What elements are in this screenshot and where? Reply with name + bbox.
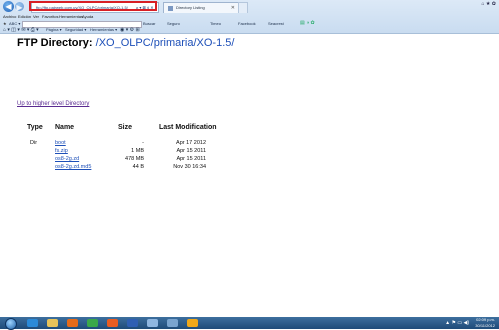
column-header-size: Size — [118, 124, 133, 131]
clock-date: 30/11/2012 — [475, 323, 495, 328]
menu-herramientas[interactable]: Herramientas — [59, 13, 83, 20]
ie-icon[interactable] — [27, 319, 38, 327]
page-icon — [168, 6, 173, 11]
up-directory-link[interactable]: Up to higher level Directory — [17, 101, 89, 107]
fav-seacrest[interactable]: Seacrest — [268, 20, 284, 27]
page-title: FTP Directory: /XO_OLPC/primaria/XO-1.5/ — [17, 37, 234, 49]
file-link[interactable]: os8-2g.zd — [55, 156, 79, 162]
menu-bar: Archivo Edición Ver Favoritos Herramient… — [0, 13, 499, 20]
address-highlight-box — [29, 1, 157, 11]
folder-icon[interactable] — [167, 319, 178, 327]
taskbar: ▲ ⚑ ▭ ◀) 02:09 p.m. 30/11/2012 — [0, 317, 499, 330]
forward-button[interactable]: ▶ — [15, 2, 24, 12]
menu-archivo[interactable]: Archivo — [3, 13, 16, 20]
fav-timeo[interactable]: Timeo — [210, 20, 221, 27]
page-title-path: /XO_OLPC/primaria/XO-1.5/ — [95, 37, 235, 49]
browser-chrome: ◀ ▶ ftp://ftp.pairweb.com.uy/XO_OLPC/pri… — [0, 0, 499, 33]
firefox-icon[interactable] — [107, 319, 118, 327]
page-content — [0, 34, 499, 317]
fav-facebook[interactable]: Facebook — [238, 20, 256, 27]
row-modified: Nov 30 16:34 — [173, 164, 206, 170]
menu-ver[interactable]: Ver — [33, 13, 39, 20]
menu-favoritos[interactable]: Favoritos — [42, 13, 58, 20]
search-button[interactable]: Buscar — [143, 20, 155, 27]
title-bar: ◀ ▶ ftp://ftp.pairweb.com.uy/XO_OLPC/pri… — [0, 0, 499, 13]
column-header-last-modification: Last Modification — [159, 124, 217, 131]
tab-title: Directory Listing — [176, 5, 205, 10]
paint-icon[interactable] — [147, 319, 158, 327]
column-header-name: Name — [55, 124, 75, 131]
page-title-prefix: FTP Directory: — [17, 37, 93, 49]
favorites-bar: ★ ABC ▾ Buscar Seguro Timeo Facebook Sea… — [0, 20, 499, 28]
toolbar-extra-icons[interactable]: ▤ ◑ ✿ — [300, 20, 315, 27]
file-link[interactable]: fs.zip — [55, 148, 68, 154]
word-icon[interactable] — [127, 319, 138, 327]
file-link[interactable]: boot — [55, 140, 66, 146]
row-size: 44 B — [132, 164, 144, 170]
menu-ayuda[interactable]: Ayuda — [82, 13, 93, 20]
clock[interactable]: 02:09 p.m. 30/11/2012 — [475, 317, 495, 329]
favorites-star-icon[interactable]: ★ — [3, 20, 7, 27]
fav-seguro[interactable]: Seguro — [167, 20, 180, 27]
back-button[interactable]: ◀ — [3, 1, 14, 12]
media-player-icon[interactable] — [67, 319, 78, 327]
start-button[interactable] — [5, 318, 17, 330]
tab-directory-listing[interactable]: Directory Listing ✕ — [163, 2, 239, 13]
search-provider[interactable]: ABC ▾ — [9, 20, 20, 27]
column-header-type: Type — [27, 124, 43, 131]
menu-edicion[interactable]: Edición — [18, 13, 31, 20]
row-modified: Apr 15 2011 — [176, 148, 206, 154]
tab-close-icon[interactable]: ✕ — [231, 3, 235, 13]
row-type: Dir — [30, 140, 38, 146]
file-link[interactable]: os8-2g.zd.md5 — [55, 164, 91, 170]
row-size: 478 MB — [125, 156, 144, 162]
system-tray-icons[interactable]: ▲ ⚑ ▭ ◀) — [445, 320, 469, 326]
app-icon[interactable] — [187, 319, 198, 327]
row-size: - — [142, 140, 144, 146]
row-modified: Apr 17 2012 — [176, 140, 206, 146]
chrome-icon[interactable] — [87, 319, 98, 327]
explorer-icon[interactable] — [47, 319, 58, 327]
row-modified: Apr 15 2011 — [176, 156, 206, 162]
new-tab-button[interactable] — [238, 2, 248, 13]
browser-toolbar-icons[interactable]: ⌂ ★ ✿ — [482, 1, 496, 7]
row-size: 1 MB — [131, 148, 144, 154]
